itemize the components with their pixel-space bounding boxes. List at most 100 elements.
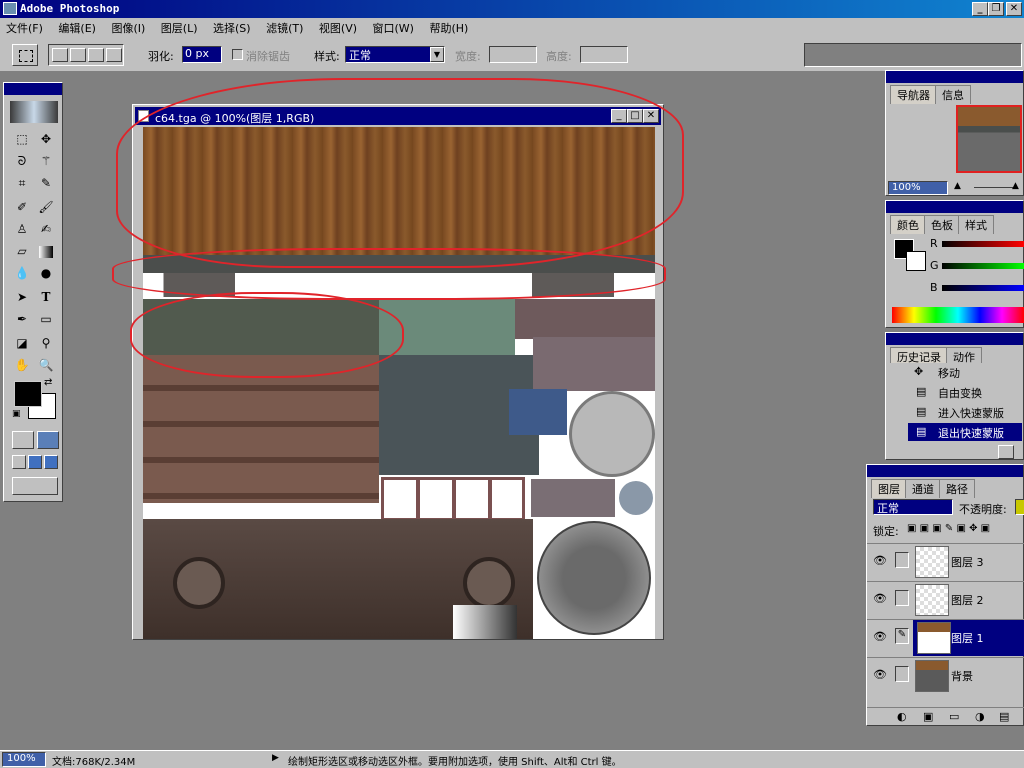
layer-row[interactable]: 👁 背景 — [867, 657, 1024, 694]
marquee-preset-button[interactable] — [12, 44, 38, 66]
screen-mode-full-icon[interactable] — [44, 455, 58, 469]
zoom-out-icon[interactable]: ▲ — [954, 181, 961, 191]
menu-help[interactable]: 帮助(H) — [423, 18, 474, 38]
layer-style-icon[interactable]: ◐ — [897, 710, 907, 723]
brush-tool-icon[interactable]: 🖌 — [35, 197, 57, 217]
screen-mode-standard-icon[interactable] — [12, 455, 26, 469]
gradient-tool-icon[interactable] — [35, 241, 57, 261]
magic-wand-tool-icon[interactable]: ⚚ — [35, 151, 57, 171]
layer-row[interactable]: 👁 图层 3 — [867, 543, 1024, 580]
type-tool-icon[interactable]: T — [35, 287, 57, 307]
lasso-tool-icon[interactable]: ᘐ — [11, 151, 33, 171]
tab-channels[interactable]: 通道 — [905, 479, 941, 498]
stamp-tool-icon[interactable]: ♙ — [11, 219, 33, 239]
tab-styles[interactable]: 样式 — [958, 215, 994, 234]
menu-image[interactable]: 图像(I) — [105, 18, 151, 38]
zoom-tool-icon[interactable]: 🔍 — [35, 355, 57, 375]
lock-icons[interactable]: ▣ ▣ ▣ ✎ ▣ ✥ ▣ — [907, 523, 990, 534]
dodge-tool-icon[interactable]: ● — [35, 263, 57, 283]
blend-mode-select[interactable]: 正常 — [873, 499, 953, 515]
tab-info[interactable]: 信息 — [935, 85, 971, 104]
close-button[interactable]: ✕ — [1006, 2, 1022, 16]
new-set-icon[interactable]: ▭ — [949, 710, 959, 723]
layer-row[interactable]: 👁 图层 2 — [867, 581, 1024, 618]
path-select-tool-icon[interactable]: ➤ — [11, 287, 33, 307]
menu-layer[interactable]: 图层(L) — [155, 18, 204, 38]
tab-navigator[interactable]: 导航器 — [890, 85, 937, 104]
history-trash-button[interactable] — [998, 445, 1014, 459]
eye-logo-icon[interactable] — [10, 101, 58, 123]
tab-layers[interactable]: 图层 — [871, 479, 907, 498]
history-item[interactable]: ▤ 进入快速蒙版 — [888, 403, 1022, 421]
red-slider[interactable] — [942, 241, 1024, 247]
blue-slider[interactable] — [942, 285, 1024, 291]
link-slot[interactable] — [895, 552, 909, 568]
crop-tool-icon[interactable]: ⌗ — [11, 173, 33, 193]
antialias-checkbox[interactable] — [232, 49, 243, 60]
shape-tool-icon[interactable]: ▭ — [35, 309, 57, 329]
layer-row-active[interactable]: 👁 ✎ 图层 1 — [867, 619, 1024, 656]
color-bg-swatch[interactable] — [906, 251, 926, 271]
history-item-active[interactable]: ▤ 退出快速蒙版 — [908, 423, 1022, 441]
color-ramp[interactable] — [892, 307, 1024, 323]
eyedropper-tool-icon[interactable]: ⚲ — [35, 333, 57, 353]
screen-mode-full-menu-icon[interactable] — [28, 455, 42, 469]
zoom-slider[interactable] — [974, 187, 1014, 188]
subtract-selection-button[interactable] — [88, 48, 104, 62]
document-canvas[interactable] — [143, 127, 655, 639]
restore-button[interactable]: ❐ — [988, 2, 1004, 16]
tab-color[interactable]: 颜色 — [890, 215, 926, 234]
status-zoom-input[interactable]: 100% — [2, 752, 46, 767]
foreground-color-front[interactable] — [14, 381, 42, 407]
notes-tool-icon[interactable]: ◪ — [11, 333, 33, 353]
adjustment-layer-icon[interactable]: ◑ — [975, 710, 985, 723]
layer-mask-icon[interactable]: ▣ — [923, 710, 933, 723]
standard-mode-button[interactable] — [12, 431, 34, 449]
history-item[interactable]: ✥ 移动 — [888, 363, 1022, 381]
swap-colors-icon[interactable]: ⇄ — [44, 377, 52, 388]
rect-marquee-tool-icon[interactable]: ⬚ — [11, 129, 33, 149]
default-colors-icon[interactable]: ▣ — [12, 409, 21, 419]
tab-swatches[interactable]: 色板 — [924, 215, 960, 234]
zoom-in-icon[interactable]: ▲ — [1012, 181, 1019, 191]
minimize-button[interactable]: _ — [972, 2, 988, 16]
jump-to-imageready-button[interactable] — [12, 477, 58, 495]
navigator-zoom-input[interactable]: 100% — [888, 181, 948, 195]
menu-edit[interactable]: 编辑(E) — [52, 18, 102, 38]
new-selection-button[interactable] — [52, 48, 68, 62]
link-slot[interactable] — [895, 590, 909, 606]
doc-minimize-button[interactable]: _ — [611, 109, 627, 123]
doc-close-button[interactable]: ✕ — [643, 109, 659, 123]
eraser-tool-icon[interactable]: ▱ — [11, 241, 33, 261]
move-tool-icon[interactable]: ✥ — [35, 129, 57, 149]
feather-input[interactable]: 0 px — [182, 46, 222, 63]
navigator-thumbnail[interactable] — [956, 105, 1022, 173]
eye-icon[interactable]: 👁 — [873, 668, 887, 681]
status-arrow-icon[interactable]: ▶ — [272, 753, 279, 763]
green-slider[interactable] — [942, 263, 1024, 269]
menu-filter[interactable]: 滤镜(T) — [260, 18, 309, 38]
history-item[interactable]: ▤ 自由变换 — [888, 383, 1022, 401]
menu-view[interactable]: 视图(V) — [313, 18, 363, 38]
eye-icon[interactable]: 👁 — [873, 554, 887, 567]
menu-file[interactable]: 文件(F) — [0, 18, 49, 38]
link-slot[interactable] — [895, 666, 909, 682]
tab-paths[interactable]: 路径 — [939, 479, 975, 498]
pen-tool-icon[interactable]: ✒ — [11, 309, 33, 329]
menu-window[interactable]: 窗口(W) — [367, 18, 420, 38]
menu-select[interactable]: 选择(S) — [207, 18, 257, 38]
intersect-selection-button[interactable] — [106, 48, 122, 62]
healing-brush-tool-icon[interactable]: ✐ — [11, 197, 33, 217]
new-layer-icon[interactable]: ▤ — [999, 710, 1009, 723]
opacity-input[interactable] — [1015, 499, 1024, 515]
doc-maximize-button[interactable]: □ — [627, 109, 643, 123]
history-brush-tool-icon[interactable]: ✍ — [35, 219, 57, 239]
quickmask-mode-button[interactable] — [37, 431, 59, 449]
chevron-down-icon[interactable]: ▼ — [430, 47, 444, 62]
add-selection-button[interactable] — [70, 48, 86, 62]
brush-icon[interactable]: ✎ — [895, 628, 909, 644]
eyedropper-slice-icon[interactable]: ✎ — [35, 173, 57, 193]
eye-icon[interactable]: 👁 — [873, 630, 887, 643]
blur-tool-icon[interactable]: 💧 — [11, 263, 33, 283]
hand-tool-icon[interactable]: ✋ — [11, 355, 33, 375]
